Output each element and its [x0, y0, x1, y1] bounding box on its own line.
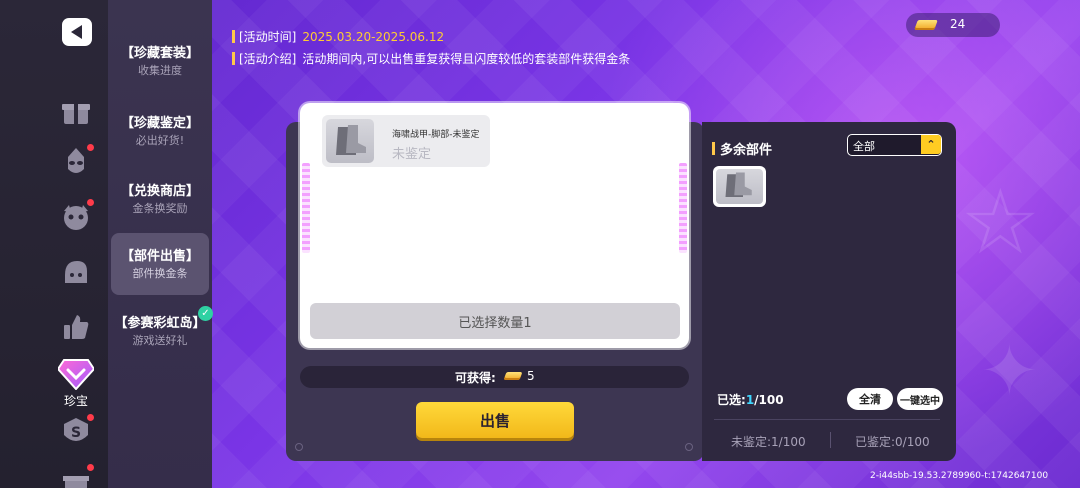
item-state: 未鉴定	[392, 147, 432, 162]
boots-icon	[326, 119, 374, 163]
event-intro-row: [活动介绍] 活动期间内,可以出售重复获得且闪度较低的套装部件获得金条	[232, 50, 630, 67]
corner-dot	[295, 443, 303, 451]
gold-bar-icon	[503, 372, 523, 380]
selected-count: 已选:1/100	[717, 391, 784, 408]
menu-item-title: 【珍藏套装】	[120, 46, 199, 61]
s-badge-icon[interactable]: S	[56, 412, 96, 452]
ultraman-icon[interactable]	[56, 142, 96, 182]
category-menu: 【珍藏套装】 收集进度 【珍藏鉴定】 必出好货! 【兑换商店】 金条换奖励 【部…	[108, 0, 213, 488]
gem-label: 珍宝	[63, 394, 88, 408]
accent-bar	[232, 30, 235, 43]
gem-icon[interactable]	[58, 358, 94, 390]
selected-item-chip[interactable]: 海啸战甲-脚部-未鉴定 未鉴定	[322, 115, 490, 167]
gold-currency-pill: 24	[906, 13, 1000, 37]
gift-box-icon[interactable]	[56, 462, 96, 488]
obtain-bar: 可获得: 5	[300, 366, 689, 388]
monster-icon[interactable]	[56, 197, 96, 237]
obtain-value: 5	[527, 369, 535, 383]
notification-dot	[87, 144, 94, 151]
inventory-slot[interactable]	[713, 166, 766, 207]
selected-count-bar: 已选择数量1	[310, 303, 680, 339]
gold-count: 24	[950, 17, 966, 31]
svg-text:S: S	[71, 425, 81, 441]
gift-icon[interactable]	[56, 92, 96, 132]
icon-rail: 珍宝 S	[0, 0, 108, 488]
star-decoration-icon: ✦	[980, 330, 1039, 412]
menu-item-title: 【珍藏鉴定】	[120, 116, 199, 131]
inventory-title-text: 多余部件	[720, 143, 773, 158]
check-icon: ✓	[198, 306, 213, 321]
character-icon[interactable]	[56, 252, 96, 292]
build-info: 2-i44sbb-19.53.2789960-t:1742647100	[870, 471, 1049, 481]
divider	[830, 432, 831, 448]
notification-dot	[87, 414, 94, 421]
event-intro-text: 活动期间内,可以出售重复获得且闪度较低的套装部件获得金条	[302, 52, 631, 66]
menu-item-rainbow-island[interactable]: 【参赛彩虹岛】 游戏送好礼 ✓	[111, 300, 213, 362]
unappraised-count: 未鉴定:1/100	[731, 435, 806, 449]
menu-item-subtitle: 部件换金条	[132, 267, 188, 280]
star-decoration-icon: ☆	[960, 170, 1041, 275]
menu-item-collection-set[interactable]: 【珍藏套装】 收集进度	[111, 30, 209, 92]
menu-item-subtitle: 收集进度	[138, 64, 182, 77]
clear-all-button[interactable]: 全清	[847, 388, 893, 410]
appraised-count: 已鉴定:0/100	[855, 435, 930, 449]
selected-current: 1	[745, 393, 755, 407]
selected-total: /100	[754, 393, 784, 407]
gold-bar-icon	[914, 20, 938, 30]
event-time-label: [活动时间]	[239, 30, 297, 44]
menu-item-subtitle: 游戏送好礼	[132, 334, 188, 347]
select-all-button[interactable]: 一键选中	[897, 388, 943, 410]
notification-dot	[87, 464, 94, 471]
menu-item-part-sale[interactable]: 【部件出售】 部件换金条	[111, 233, 209, 295]
accent-bar	[232, 52, 235, 65]
menu-item-appraisal[interactable]: 【珍藏鉴定】 必出好货!	[111, 100, 209, 162]
selection-card: 海啸战甲-脚部-未鉴定 未鉴定 已选择数量1	[300, 103, 689, 348]
item-name: 海啸战甲-脚部-未鉴定	[392, 130, 480, 140]
menu-item-title: 【兑换商店】	[120, 184, 199, 199]
obtain-label: 可获得:	[455, 371, 496, 385]
notification-dot	[87, 199, 94, 206]
menu-item-title: 【部件出售】	[120, 249, 199, 264]
menu-item-subtitle: 必出好货!	[135, 134, 185, 147]
divider	[714, 419, 940, 420]
corner-dot	[685, 443, 693, 451]
sell-button[interactable]: 出售	[416, 402, 574, 438]
inventory-title: 多余部件	[712, 139, 772, 158]
event-time-row: [活动时间] 2025.03.20-2025.06.12	[232, 28, 444, 45]
event-time-value: 2025.03.20-2025.06.12	[302, 29, 445, 44]
menu-item-exchange-shop[interactable]: 【兑换商店】 金条换奖励	[111, 168, 209, 230]
menu-item-subtitle: 金条换奖励	[132, 202, 188, 215]
filter-dropdown[interactable]: 全部 ⌃	[847, 134, 942, 156]
card-stripe	[679, 163, 687, 253]
thumbs-up-icon[interactable]	[56, 307, 96, 347]
chevron-up-icon: ⌃	[921, 135, 941, 154]
selected-prefix: 已选:	[717, 393, 746, 407]
event-intro-label: [活动介绍]	[239, 52, 297, 66]
menu-item-title: 【参赛彩虹岛】	[114, 316, 206, 331]
filter-value: 全部	[853, 140, 875, 153]
back-icon[interactable]	[62, 18, 92, 46]
boots-icon	[716, 169, 763, 204]
accent-bar	[712, 142, 715, 155]
card-stripe	[302, 163, 310, 253]
